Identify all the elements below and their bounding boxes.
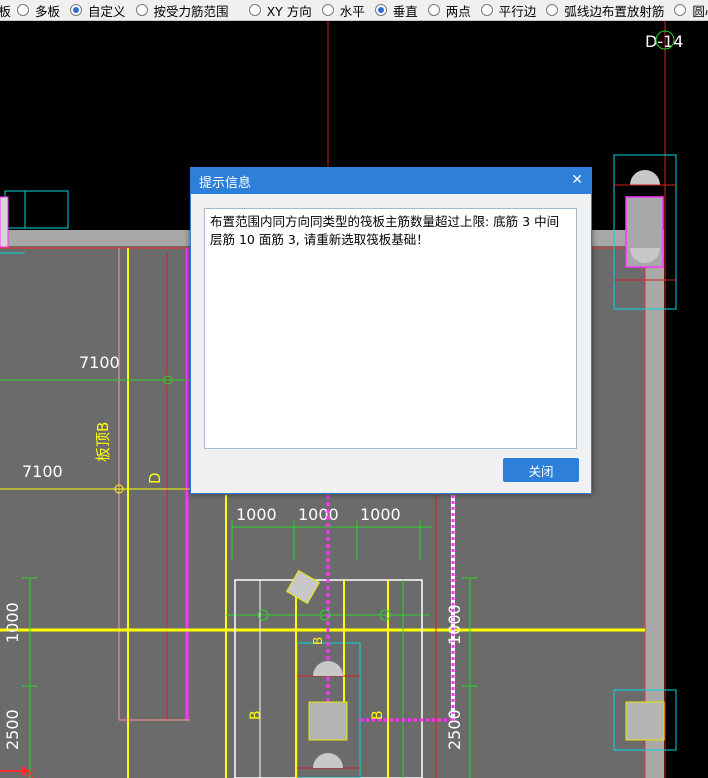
label-7100-a: 7100 (79, 353, 120, 372)
label-d: D (146, 472, 164, 484)
label-1000-left: 1000 (3, 602, 22, 643)
radio-two-points[interactable] (427, 4, 440, 16)
close-button[interactable]: 关闭 (503, 458, 579, 482)
label-1000-right: 1000 (445, 604, 464, 645)
option-custom[interactable]: 自定义 (70, 1, 132, 20)
radio-multi-board[interactable] (17, 4, 30, 16)
option-single-board-label[interactable]: 单板 (0, 1, 11, 20)
label-ban-top-b: 板顶B (94, 422, 112, 462)
option-label: 两点 (445, 3, 471, 19)
label-d14: D-14 (645, 32, 683, 51)
option-label: 圆心 (692, 3, 708, 19)
label-b-1: B (311, 637, 325, 645)
option-by-stress-range[interactable]: 按受力筋范围 (135, 1, 245, 20)
dialog-message-box: 布置范围内同方向同类型的筏板主筋数量超过上限: 底筋 3 中间层筋 10 面筋 … (204, 208, 577, 449)
column (0, 196, 9, 248)
dialog-title: 提示信息 (199, 175, 252, 191)
label-2500-left: 2500 (3, 709, 22, 750)
option-center[interactable]: 圆心 (674, 1, 708, 20)
label-1000-a: 1000 (236, 505, 277, 524)
option-label: 平行边 (498, 3, 537, 19)
radio-by-stress-range[interactable] (135, 4, 148, 16)
option-label: XY 方向 (266, 3, 312, 19)
option-label: 弧线边布置放射筋 (564, 3, 665, 19)
radio-xy-direction[interactable] (248, 4, 261, 16)
option-label: 多板 (35, 3, 61, 19)
radio-custom[interactable] (70, 4, 83, 16)
close-icon[interactable]: ✕ (571, 172, 583, 188)
option-multi-board[interactable]: 多板 (17, 1, 66, 20)
option-label: 垂直 (392, 3, 418, 19)
pile-cap (625, 701, 665, 741)
radio-horizontal[interactable] (321, 4, 334, 16)
label-1000-c: 1000 (360, 505, 401, 524)
label-b-3: B (370, 710, 386, 720)
option-arc-radial[interactable]: 弧线边布置放射筋 (546, 1, 670, 20)
radio-arc-radial[interactable] (546, 4, 559, 16)
label-b-2: B (248, 710, 264, 720)
option-horizontal[interactable]: 水平 (321, 1, 371, 20)
option-label: 自定义 (88, 3, 126, 19)
label-7100-b: 7100 (22, 462, 63, 481)
pile-cap (308, 701, 348, 741)
radio-vertical[interactable] (374, 4, 387, 16)
toolbar: 单板 多板 自定义 按受力筋范围 XY 方向 水平 垂直 两点 平行边 弧线边布… (0, 0, 708, 21)
option-label: 按受力筋范围 (153, 3, 229, 19)
message-dialog: 提示信息 ✕ 布置范围内同方向同类型的筏板主筋数量超过上限: 底筋 3 中间层筋… (190, 167, 592, 494)
dialog-message: 布置范围内同方向同类型的筏板主筋数量超过上限: 底筋 3 中间层筋 10 面筋 … (210, 214, 560, 247)
slab-right-edge (645, 246, 664, 778)
radio-center[interactable] (674, 4, 687, 16)
label-2500-right: 2500 (445, 709, 464, 750)
option-vertical[interactable]: 垂直 (374, 1, 424, 20)
radio-parallel-edge[interactable] (480, 4, 493, 16)
label-x-axis: X (26, 767, 34, 778)
option-two-points[interactable]: 两点 (427, 1, 477, 20)
option-xy-direction[interactable]: XY 方向 (248, 1, 318, 20)
option-label: 水平 (339, 3, 365, 19)
dialog-title-bar[interactable]: 提示信息 ✕ (191, 168, 591, 194)
option-parallel-edge[interactable]: 平行边 (480, 1, 543, 20)
label-1000-b: 1000 (298, 505, 339, 524)
